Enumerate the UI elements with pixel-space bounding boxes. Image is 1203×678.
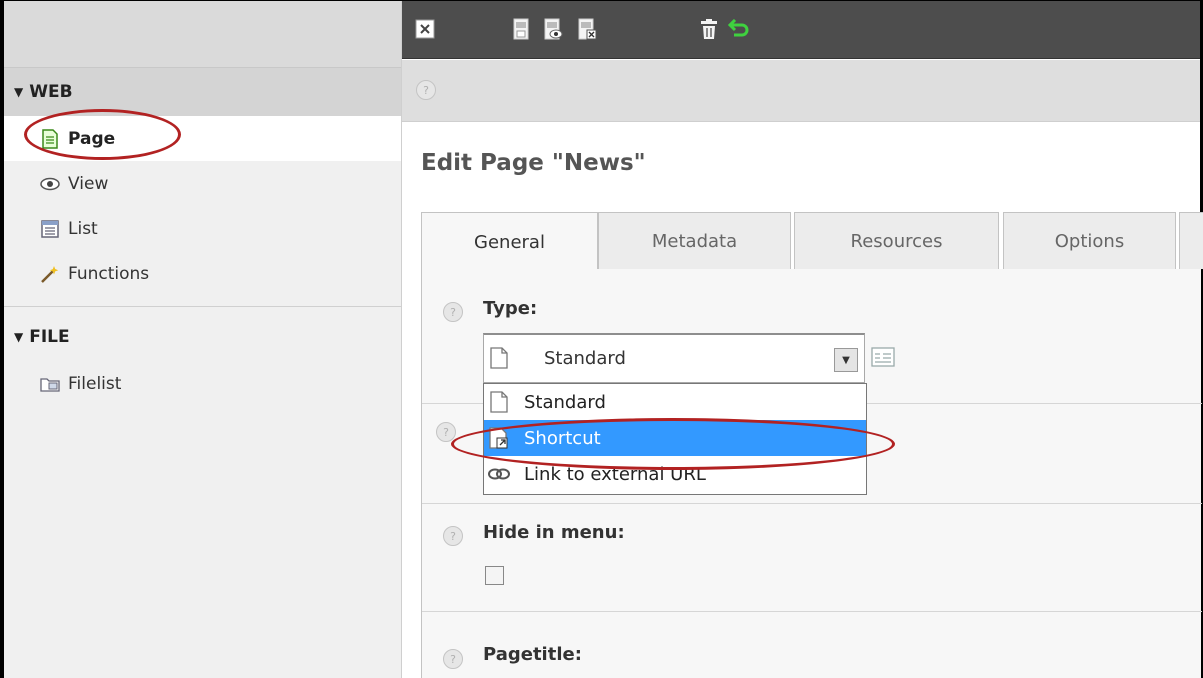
option-label: Shortcut [524, 427, 601, 449]
link-icon [488, 462, 510, 486]
help-icon[interactable]: ? [443, 302, 463, 322]
eye-icon [40, 174, 60, 194]
tab-bar: General Metadata Resources Options [421, 212, 1203, 271]
help-icon[interactable]: ? [416, 80, 436, 100]
option-label: Link to external URL [524, 463, 706, 485]
type-label: Type: [483, 298, 538, 319]
group-web-label: WEB [29, 82, 73, 102]
group-file-header[interactable]: ▼ FILE [4, 313, 401, 361]
sidebar-item-page[interactable]: Page [4, 116, 401, 161]
wand-icon [40, 264, 60, 284]
pagetitle-label: Pagetitle: [483, 644, 582, 665]
type-dropdown-list: Standard Shortcut Link to external URL [483, 383, 867, 495]
help-icon[interactable]: ? [443, 526, 463, 546]
sidebar-item-label: Page [68, 128, 116, 149]
field-divider [422, 503, 1202, 504]
hide-in-menu-label: Hide in menu: [483, 522, 625, 543]
document-icon [490, 347, 508, 374]
sidebar-divider [4, 306, 401, 307]
sidebar-top [4, 1, 401, 68]
save-icon[interactable] [510, 18, 532, 40]
type-select[interactable]: Standard ▼ [483, 333, 865, 383]
option-shortcut[interactable]: Shortcut [484, 420, 866, 456]
shortcut-icon [488, 426, 510, 450]
sidebar-item-label: Filelist [68, 373, 122, 394]
group-web-header[interactable]: ▼ WEB [4, 68, 401, 116]
hide-in-menu-checkbox[interactable] [485, 566, 504, 585]
close-icon[interactable] [414, 18, 436, 40]
page-icon [40, 128, 60, 149]
sidebar-item-label: List [68, 218, 98, 239]
collapse-triangle-icon: ▼ [14, 85, 24, 99]
help-icon[interactable]: ? [443, 649, 463, 669]
docheader-toolbar [402, 1, 1200, 59]
delete-icon[interactable] [698, 18, 720, 40]
option-label: Standard [524, 391, 606, 413]
option-standard[interactable]: Standard [484, 384, 866, 420]
type-select-value: Standard [544, 348, 626, 369]
field-divider [422, 611, 1202, 612]
page-title: Edit Page "News" [421, 150, 646, 176]
tab-overflow[interactable] [1179, 212, 1203, 269]
sidebar-item-functions[interactable]: Functions [4, 251, 401, 296]
module-sidebar: ▼ WEB Page View List Functions ▼ FILE Fi… [4, 1, 402, 678]
save-view-icon[interactable] [542, 18, 564, 40]
wizard-icon[interactable] [871, 347, 895, 372]
save-close-icon[interactable] [576, 18, 598, 40]
sidebar-item-filelist[interactable]: Filelist [4, 361, 401, 406]
sidebar-item-label: View [68, 173, 109, 194]
tab-general[interactable]: General [421, 212, 598, 271]
tab-options[interactable]: Options [1003, 212, 1176, 269]
sidebar-item-view[interactable]: View [4, 161, 401, 206]
option-external-url[interactable]: Link to external URL [484, 456, 866, 492]
docheader-subbar: ? [402, 60, 1200, 122]
help-icon[interactable]: ? [436, 422, 456, 442]
tab-metadata[interactable]: Metadata [598, 212, 791, 269]
sidebar-item-list[interactable]: List [4, 206, 401, 251]
list-icon [40, 219, 60, 239]
chevron-down-icon[interactable]: ▼ [834, 348, 858, 372]
undo-icon[interactable] [728, 18, 750, 40]
collapse-triangle-icon: ▼ [14, 330, 24, 344]
folder-icon [40, 374, 60, 394]
tab-resources[interactable]: Resources [794, 212, 999, 269]
group-file-label: FILE [29, 327, 70, 347]
sidebar-item-label: Functions [68, 263, 150, 284]
document-icon [488, 390, 510, 414]
form-panel: ? Type: Standard ▼ ? Standard Shortcut L… [421, 269, 1202, 678]
